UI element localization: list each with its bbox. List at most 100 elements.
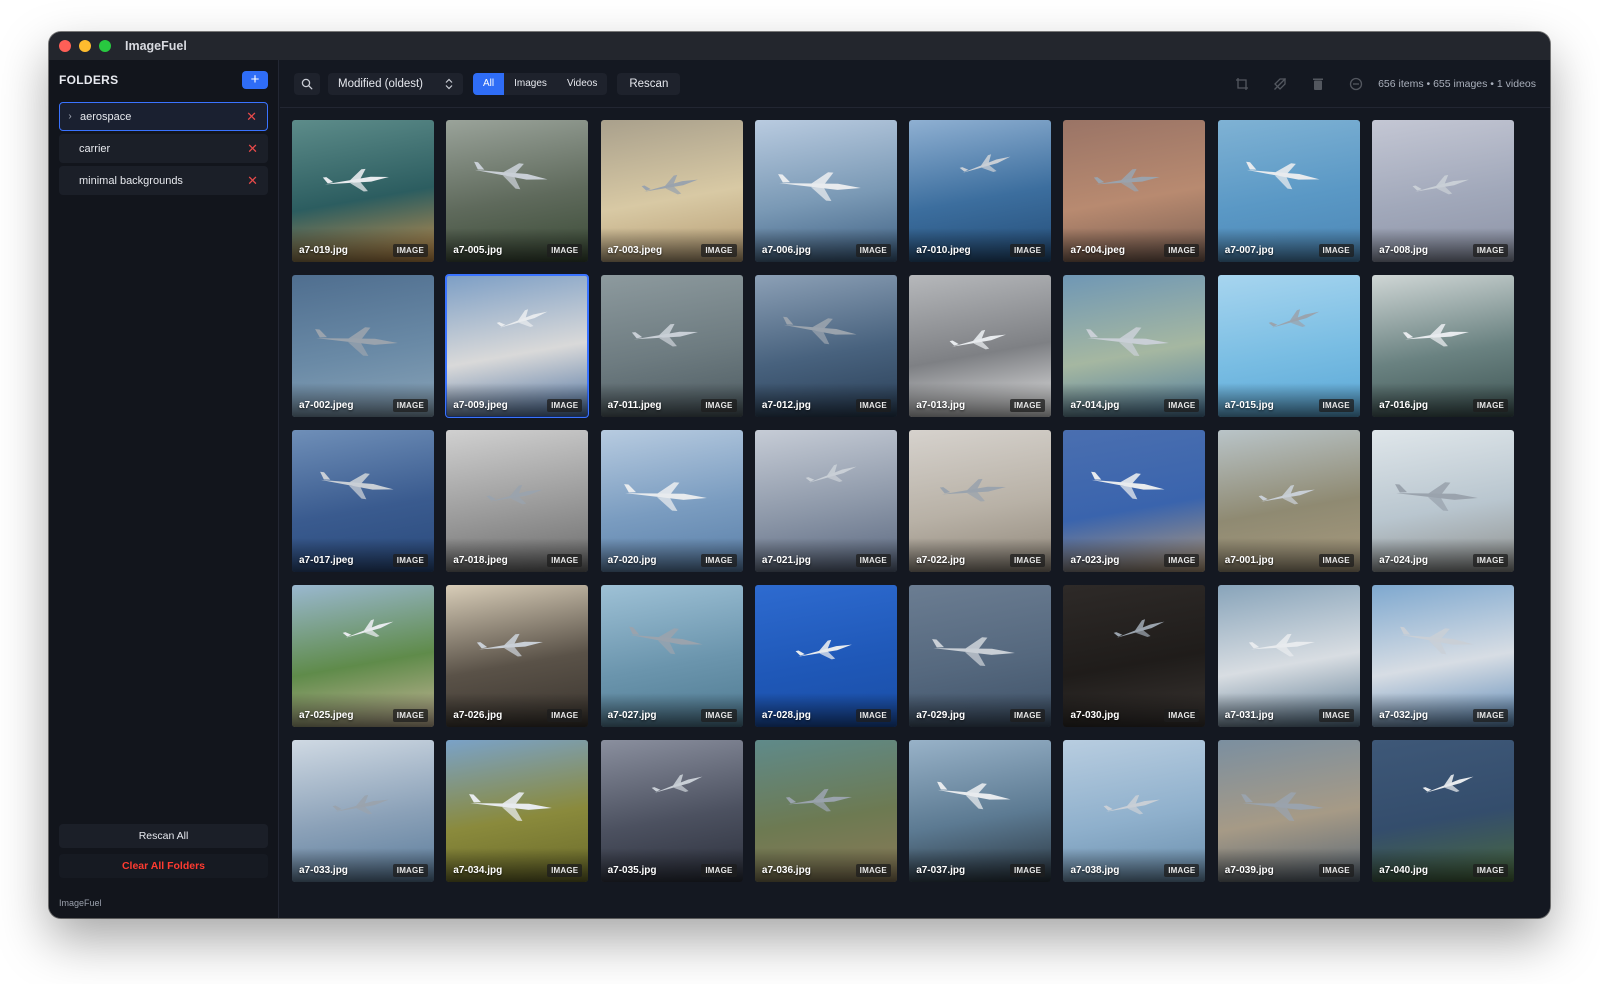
gallery-tile[interactable]: a7-039.jpg IMAGE bbox=[1217, 740, 1360, 882]
gallery-tile[interactable]: a7-024.jpg IMAGE bbox=[1372, 430, 1515, 572]
gallery-tile[interactable]: a7-037.jpg IMAGE bbox=[909, 740, 1052, 882]
gallery-tile[interactable]: a7-030.jpg IMAGE bbox=[1063, 585, 1206, 727]
tile-filename: a7-001.jpg bbox=[1224, 555, 1274, 566]
gallery-tile[interactable]: a7-036.jpg IMAGE bbox=[754, 740, 897, 882]
gallery-tile[interactable]: a7-004.jpeg IMAGE bbox=[1063, 120, 1206, 262]
aircraft-thumbnail-icon bbox=[940, 478, 1007, 502]
tile-filename: a7-007.jpg bbox=[1224, 245, 1274, 256]
aircraft-thumbnail-icon bbox=[320, 471, 394, 500]
media-type-badge: IMAGE bbox=[855, 554, 891, 567]
tile-filename: a7-010.jpeg bbox=[916, 245, 971, 256]
gallery-tile[interactable]: a7-023.jpg IMAGE bbox=[1063, 430, 1206, 572]
media-type-badge: IMAGE bbox=[1318, 244, 1354, 257]
toolbar-right: 656 items • 655 images • 1 videos bbox=[1234, 60, 1536, 108]
aircraft-thumbnail-icon bbox=[1104, 794, 1161, 815]
gallery-tile[interactable]: a7-026.jpg IMAGE bbox=[446, 585, 589, 727]
gallery-tile[interactable]: a7-027.jpg IMAGE bbox=[600, 585, 743, 727]
media-type-badge: IMAGE bbox=[1472, 554, 1509, 567]
gallery-tile[interactable]: a7-017.jpeg IMAGE bbox=[292, 430, 434, 572]
tile-filename: a7-008.jpg bbox=[1379, 245, 1428, 256]
tag-off-button[interactable] bbox=[1272, 76, 1288, 92]
gallery-tile[interactable]: a7-010.jpeg IMAGE bbox=[909, 120, 1052, 262]
gallery-tile[interactable]: a7-009.jpeg IMAGE bbox=[445, 274, 590, 418]
remove-folder-icon[interactable]: ✕ bbox=[246, 109, 257, 125]
info-button[interactable] bbox=[1348, 76, 1364, 92]
zoom-window-button[interactable] bbox=[99, 40, 111, 52]
gallery-tile[interactable]: a7-002.jpeg IMAGE bbox=[292, 275, 434, 417]
aircraft-thumbnail-icon bbox=[959, 154, 1011, 173]
folder-item[interactable]: minimal backgrounds ✕ bbox=[59, 166, 268, 195]
gallery-tile[interactable]: a7-035.jpg IMAGE bbox=[600, 740, 743, 882]
aircraft-thumbnail-icon bbox=[1094, 168, 1161, 192]
gallery-tile[interactable]: a7-025.jpeg IMAGE bbox=[292, 585, 434, 727]
gallery-tile[interactable]: a7-034.jpg IMAGE bbox=[446, 740, 589, 882]
minimize-window-button[interactable] bbox=[79, 40, 91, 52]
gallery-tile[interactable]: a7-008.jpg IMAGE bbox=[1372, 120, 1515, 262]
gallery-tile[interactable]: a7-005.jpg IMAGE bbox=[446, 120, 589, 262]
gallery-tile[interactable]: a7-038.jpg IMAGE bbox=[1063, 740, 1206, 882]
gallery-tile[interactable]: a7-031.jpg IMAGE bbox=[1217, 585, 1360, 727]
remove-folder-icon[interactable]: ✕ bbox=[247, 141, 258, 157]
gallery-tile[interactable]: a7-015.jpg IMAGE bbox=[1217, 275, 1360, 417]
rescan-all-button[interactable]: Rescan All bbox=[59, 824, 268, 848]
sidebar-header: FOLDERS + bbox=[59, 70, 268, 90]
gallery-tile[interactable]: a7-018.jpeg IMAGE bbox=[446, 430, 589, 572]
gallery-tile[interactable]: a7-003.jpeg IMAGE bbox=[600, 120, 743, 262]
tile-filename: a7-030.jpg bbox=[1070, 710, 1120, 721]
media-type-badge: IMAGE bbox=[392, 554, 428, 567]
tile-filename: a7-011.jpeg bbox=[607, 400, 662, 411]
tile-filename: a7-036.jpg bbox=[761, 865, 811, 876]
gallery-tile[interactable]: a7-020.jpg IMAGE bbox=[600, 430, 743, 572]
gallery-tile[interactable]: a7-033.jpg IMAGE bbox=[292, 740, 434, 882]
gallery-tile[interactable]: a7-013.jpg IMAGE bbox=[909, 275, 1052, 417]
media-type-badge: IMAGE bbox=[1164, 709, 1200, 722]
media-type-badge: IMAGE bbox=[1472, 244, 1509, 257]
aircraft-thumbnail-icon bbox=[937, 781, 1011, 810]
aircraft-thumbnail-icon bbox=[322, 168, 389, 192]
media-type-badge: IMAGE bbox=[547, 399, 583, 412]
gallery-tile[interactable]: a7-028.jpg IMAGE bbox=[754, 585, 897, 727]
gallery-tile[interactable]: a7-007.jpg IMAGE bbox=[1217, 120, 1360, 262]
sort-select[interactable]: Modified (oldest) bbox=[328, 72, 464, 95]
media-type-badge: IMAGE bbox=[1318, 864, 1354, 877]
media-type-badge: IMAGE bbox=[1164, 554, 1200, 567]
gallery-tile[interactable]: a7-021.jpg IMAGE bbox=[754, 430, 897, 572]
close-window-button[interactable] bbox=[59, 40, 71, 52]
tile-filename: a7-018.jpeg bbox=[453, 555, 508, 566]
media-type-badge: IMAGE bbox=[1009, 864, 1046, 877]
chevron-right-icon[interactable]: › bbox=[60, 111, 80, 122]
aircraft-thumbnail-icon bbox=[332, 794, 389, 815]
media-type-badge: IMAGE bbox=[855, 864, 891, 877]
tile-filename: a7-006.jpg bbox=[761, 245, 811, 256]
gallery-tile[interactable]: a7-014.jpg IMAGE bbox=[1063, 275, 1206, 417]
tile-filename: a7-038.jpg bbox=[1070, 865, 1120, 876]
gallery-tile[interactable]: a7-022.jpg IMAGE bbox=[909, 430, 1052, 572]
filter-videos-button[interactable]: Videos bbox=[557, 73, 607, 95]
aircraft-thumbnail-icon bbox=[631, 323, 698, 347]
gallery-tile[interactable]: a7-012.jpg IMAGE bbox=[754, 275, 897, 417]
gallery-tile[interactable]: a7-006.jpg IMAGE bbox=[754, 120, 897, 262]
folder-item[interactable]: › aerospace ✕ bbox=[59, 102, 268, 131]
media-type-badge: IMAGE bbox=[1318, 554, 1354, 567]
chevron-up-down-icon bbox=[445, 78, 453, 89]
clear-all-folders-button[interactable]: Clear All Folders bbox=[59, 854, 268, 878]
folder-item[interactable]: carrier ✕ bbox=[59, 134, 268, 163]
filter-images-button[interactable]: Images bbox=[504, 73, 557, 95]
rescan-button[interactable]: Rescan bbox=[617, 72, 681, 95]
filter-all-button[interactable]: All bbox=[473, 72, 505, 95]
media-type-badge: IMAGE bbox=[1164, 864, 1200, 877]
gallery-tile[interactable]: a7-040.jpg IMAGE bbox=[1372, 740, 1515, 882]
gallery-tile[interactable]: a7-011.jpeg IMAGE bbox=[600, 275, 743, 417]
remove-folder-icon[interactable]: ✕ bbox=[247, 173, 258, 189]
search-button[interactable] bbox=[294, 72, 320, 95]
add-folder-button[interactable]: + bbox=[242, 71, 268, 89]
gallery-tile[interactable]: a7-029.jpg IMAGE bbox=[909, 585, 1052, 727]
gallery-tile[interactable]: a7-032.jpg IMAGE bbox=[1372, 585, 1515, 727]
sidebar-footer: ImageFuel bbox=[59, 898, 102, 908]
tile-filename: a7-016.jpg bbox=[1379, 400, 1428, 411]
gallery-tile[interactable]: a7-019.jpg IMAGE bbox=[292, 120, 434, 262]
gallery-tile[interactable]: a7-001.jpg IMAGE bbox=[1217, 430, 1360, 572]
delete-button[interactable] bbox=[1310, 76, 1326, 92]
gallery-tile[interactable]: a7-016.jpg IMAGE bbox=[1372, 275, 1515, 417]
crop-button[interactable] bbox=[1234, 76, 1250, 92]
